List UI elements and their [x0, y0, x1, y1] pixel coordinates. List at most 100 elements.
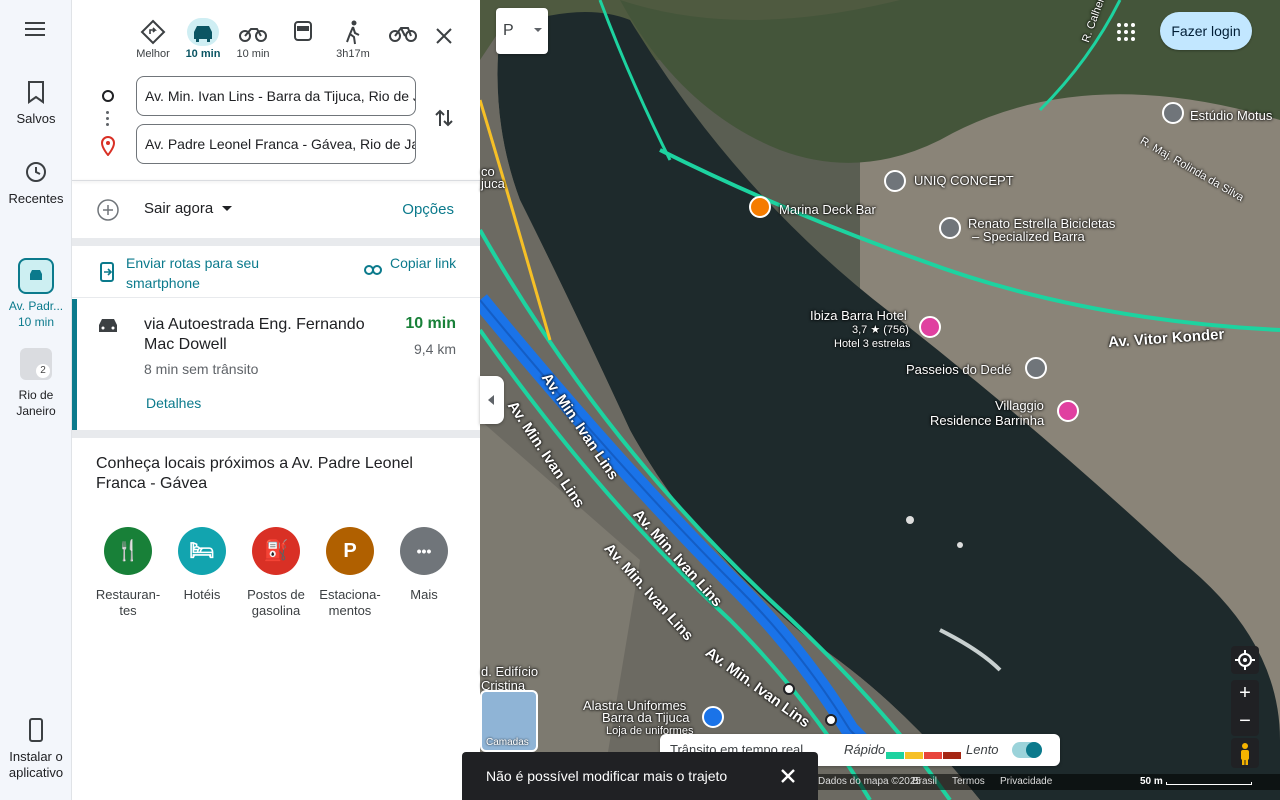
route-time: 10 min: [405, 315, 456, 332]
scale-label[interactable]: 50 m: [1140, 776, 1163, 787]
mode-best[interactable]: Melhor: [128, 18, 178, 60]
rail-recent[interactable]: Recentes: [0, 160, 72, 207]
street-view-pegman[interactable]: [1231, 738, 1259, 768]
map-label: Hotel 3 estrelas: [834, 338, 911, 350]
layers-button[interactable]: Camadas: [480, 690, 538, 752]
category-gas[interactable]: ⛽ Postos de gasolina: [239, 527, 313, 619]
rail-saved[interactable]: Salvos: [0, 80, 72, 127]
terms-link[interactable]: Termos: [952, 776, 985, 787]
map-label: UNIQ CONCEPT: [914, 173, 1014, 188]
location-target-icon: [1235, 650, 1255, 670]
chevron-down-icon: [222, 206, 232, 211]
mode-motorcycle[interactable]: 10 min: [228, 18, 278, 60]
category-hotels[interactable]: 🛏 Hotéis: [165, 527, 239, 603]
route-chip: [18, 258, 54, 294]
traffic-toggle[interactable]: [1012, 742, 1042, 758]
zoom-out-button[interactable]: −: [1231, 708, 1259, 736]
fuel-icon: ⛽: [252, 527, 300, 575]
category-label: Mais: [410, 587, 438, 602]
section-separator: [72, 238, 480, 246]
map-label: 3,7 ★ (756): [852, 324, 909, 336]
category-label: Postos de gasolina: [247, 587, 305, 618]
swap-icon[interactable]: [432, 106, 456, 130]
category-label: Estaciona-mentos: [319, 587, 381, 618]
collapse-panel-button[interactable]: [480, 376, 504, 424]
my-location-button[interactable]: [1231, 646, 1259, 674]
motorcycle-icon: [237, 18, 269, 46]
poi-marker-icon[interactable]: [1025, 357, 1047, 379]
details-button[interactable]: Detalhes: [146, 395, 201, 411]
hamburger-icon: [25, 22, 45, 36]
login-button[interactable]: Fazer login: [1160, 12, 1252, 50]
directions-panel: Melhor 10 min 10 min 3h17m Av. Min. Ivan…: [72, 0, 480, 800]
privacy-link[interactable]: Privacidade: [1000, 776, 1052, 787]
car-icon: [187, 18, 219, 46]
destination-pin-icon: [100, 136, 116, 156]
map-canvas[interactable]: [480, 0, 1280, 800]
zoom-in-button[interactable]: +: [1231, 680, 1259, 708]
shop-marker-icon[interactable]: [702, 706, 724, 728]
route-option[interactable]: via Autoestrada Eng. Fernando Mac Dowell…: [72, 299, 480, 430]
options-button[interactable]: Opções: [402, 201, 454, 218]
rail-recent-route[interactable]: Av. Padr... 10 min: [0, 258, 72, 330]
mode-transit[interactable]: [278, 18, 328, 48]
route-via: via Autoestrada Eng. Fernando Mac Dowell: [144, 316, 365, 353]
poi-marker-icon[interactable]: [939, 217, 961, 239]
hotel-marker-icon[interactable]: [1057, 400, 1079, 422]
map-label: Villaggio: [995, 398, 1044, 413]
category-more[interactable]: ••• Mais: [387, 527, 461, 603]
menu-button[interactable]: [0, 22, 72, 41]
map-label: Ibiza Barra Hotel: [810, 308, 907, 323]
copy-link[interactable]: Copiar link: [390, 253, 460, 273]
category-parking[interactable]: P Estaciona-mentos: [313, 527, 387, 619]
link-icon: [364, 265, 382, 275]
parking-icon: P: [326, 527, 374, 575]
mode-best-label: Melhor: [136, 48, 170, 60]
traffic-color-bars: [886, 747, 962, 762]
chevron-left-icon: [488, 395, 494, 405]
map-label: – Specialized Barra: [972, 229, 1085, 244]
place-thumbnail: 2: [20, 348, 52, 380]
map-data-credit: Dados do mapa ©2025: [818, 776, 921, 787]
map-controls: + −: [1231, 646, 1259, 736]
rail-recent-label: Recentes: [8, 191, 64, 206]
add-stop-icon[interactable]: [96, 198, 120, 222]
car-icon: [99, 319, 117, 332]
close-icon[interactable]: [778, 766, 798, 786]
chevron-down-icon: [534, 28, 542, 32]
route-no-traffic: 8 min sem trânsito: [144, 361, 259, 377]
close-icon[interactable]: [430, 22, 458, 50]
send-to-phone-link[interactable]: Enviar rotas para seu smartphone: [126, 253, 296, 293]
category-label: Hotéis: [183, 587, 221, 602]
parking-layer-button[interactable]: P: [496, 8, 548, 54]
install-app[interactable]: Instalar o aplicativo: [0, 718, 72, 781]
mode-walk[interactable]: 3h17m: [328, 18, 378, 60]
rail-rio[interactable]: 2 Rio de Janeiro: [0, 348, 72, 419]
map-label: Passeios do Dedé: [906, 362, 1012, 377]
origin-field[interactable]: Av. Min. Ivan Lins - Barra da Tijuca, Ri…: [136, 76, 416, 116]
category-restaurants[interactable]: 🍴 Restauran-tes: [91, 527, 165, 619]
walk-icon: [337, 18, 369, 46]
satellite-imagery: [480, 0, 1280, 800]
diamond-directions-icon: [137, 18, 169, 46]
bus-icon: [287, 18, 319, 46]
rail-rio-label: Rio de Janeiro: [16, 388, 56, 418]
pegman-icon: [1241, 743, 1249, 765]
scale-bar: [1166, 782, 1252, 785]
destination-field[interactable]: Av. Padre Leonel Franca - Gávea, Rio de …: [136, 124, 416, 164]
mode-car[interactable]: 10 min: [178, 18, 228, 60]
poi-marker-icon[interactable]: [1162, 102, 1184, 124]
maps-app: Salvos Recentes Av. Padr... 10 min 2 Rio…: [0, 0, 1280, 800]
country-link[interactable]: Brasil: [912, 776, 937, 787]
zoom-controls: + −: [1231, 680, 1259, 736]
bookmark-icon: [28, 81, 44, 104]
hotel-marker-icon[interactable]: [919, 316, 941, 338]
rail-saved-label: Salvos: [16, 111, 56, 126]
poi-marker-icon[interactable]: [884, 170, 906, 192]
mode-bike[interactable]: [378, 18, 428, 48]
apps-grid-icon[interactable]: [1116, 22, 1136, 42]
depart-now-select[interactable]: Sair agora: [144, 200, 213, 217]
bar-marker-icon[interactable]: [749, 196, 771, 218]
history-icon: [26, 162, 46, 182]
more-icon: •••: [400, 527, 448, 575]
